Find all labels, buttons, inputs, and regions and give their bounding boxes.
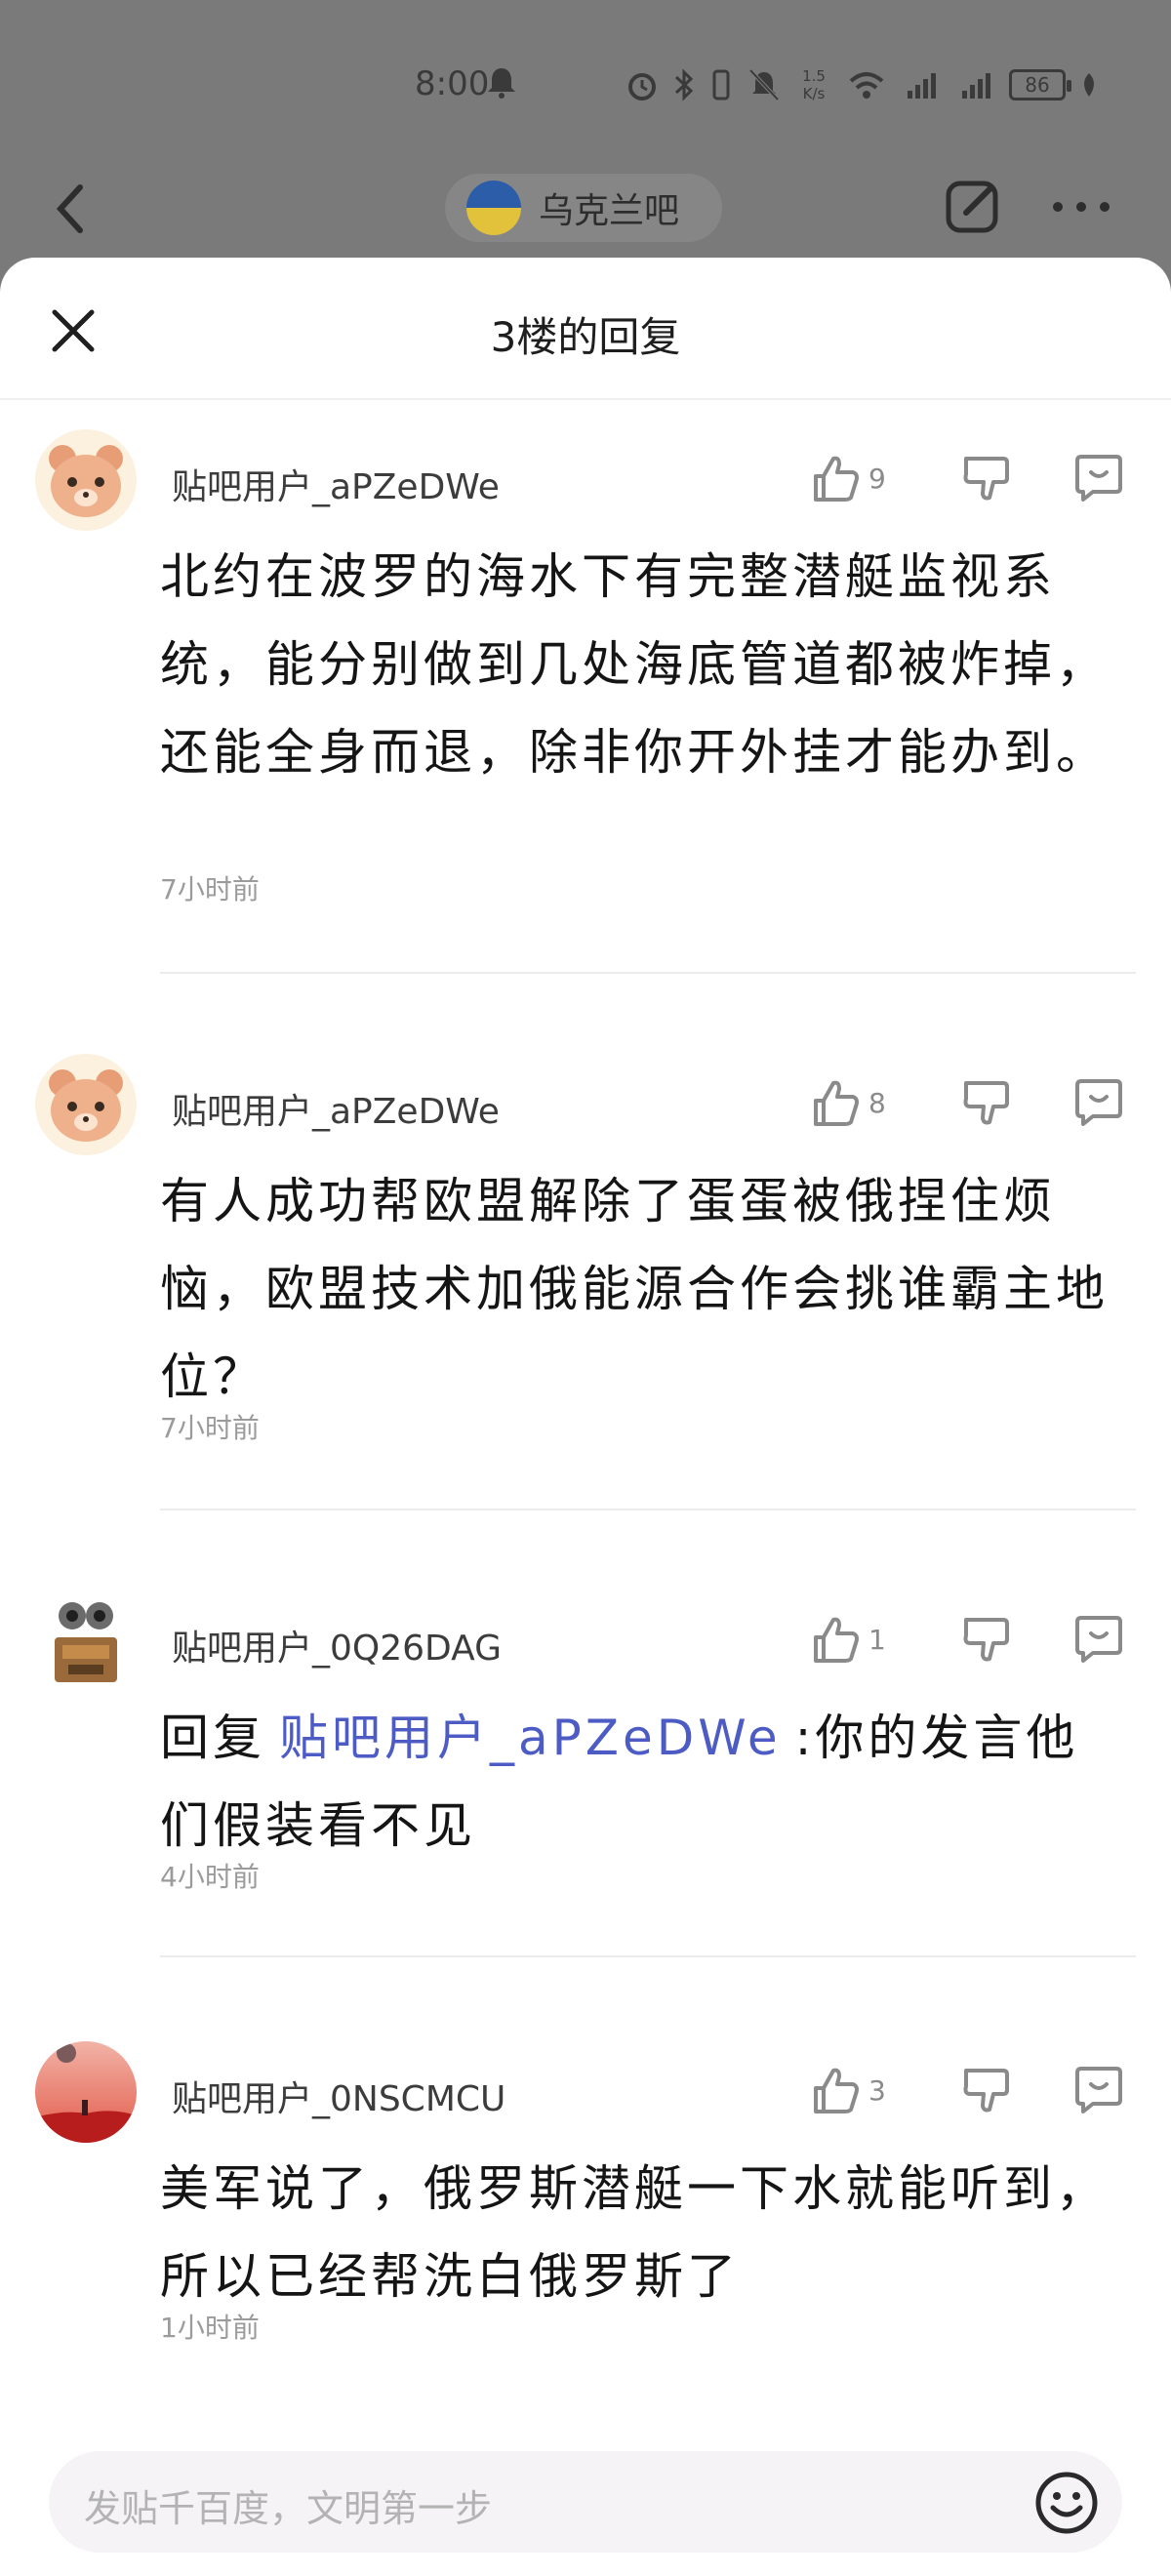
network-speed-value: 1.5 [802,67,826,85]
like-count: 9 [868,462,886,495]
forum-name: 乌克兰吧 [539,191,680,231]
ukraine-flag-icon [466,181,521,235]
reply-time: 7小时前 [160,1412,260,1444]
reply-content: 北约在波罗的海水下有完整潜艇监视系统，能分别做到几处海底管道都被炸掉，还能全身而… [160,548,1109,781]
username[interactable]: 贴吧用户_aPZeDWe [172,1083,500,1134]
sheet-header: 3楼的回复 [0,258,1171,400]
comment-icon[interactable] [1070,1073,1128,1132]
comment-icon[interactable] [1070,2061,1128,2119]
username[interactable]: 贴吧用户_aPZeDWe [172,459,500,509]
reply-content: 有人成功帮欧盟解除了蛋蛋被俄捏住烦恼，欧盟技术加俄能源合作会挑谁霸主地位？ [160,1173,1109,1405]
thumbs-down-icon[interactable] [956,2061,1015,2119]
reply-content: 美军说了，俄罗斯潜艇一下水就能听到，所以已经帮洗白俄罗斯了 [160,2160,1109,2305]
divider [160,972,1136,974]
thumbs-up-icon [814,2068,859,2113]
like-button[interactable]: 8 [810,1073,886,1132]
robot-avatar[interactable] [35,1590,137,1692]
divider [160,1509,1136,1510]
thumbs-down-icon[interactable] [956,1073,1015,1132]
top-navigation: 乌克兰吧 [0,166,1171,250]
sunset-avatar[interactable] [35,2041,137,2143]
comment-icon[interactable] [1070,449,1128,507]
bear-avatar[interactable] [35,429,137,531]
signal-4g-icon [908,73,936,99]
divider [160,1955,1136,1957]
battery-indicator: 86 [1009,69,1071,101]
status-time: 8:00 [415,64,490,103]
vibrate-icon [712,69,730,101]
thumbs-up-icon [814,1080,859,1126]
notification-bell-icon [488,68,515,99]
reply-actions: 8 [810,1073,1142,1132]
network-speed: 1.5 K/s [794,67,833,102]
username[interactable]: 贴吧用户_0NSCMCU [172,2071,505,2121]
edit-icon[interactable] [943,176,1003,236]
like-count: 1 [868,1623,886,1656]
thumbs-down-icon[interactable] [956,1610,1015,1669]
reply-actions: 1 [810,1610,1142,1669]
mute-bell-icon [748,68,780,101]
reply-time: 1小时前 [160,2312,260,2344]
like-button[interactable]: 3 [810,2061,886,2119]
like-count: 3 [868,2073,886,2107]
like-count: 8 [868,1086,886,1119]
comment-input-bar[interactable]: 发贴千百度，文明第一步 [49,2451,1122,2553]
forum-pill[interactable]: 乌克兰吧 [445,174,722,242]
like-button[interactable]: 9 [810,449,886,507]
status-bar: 8:00 1.5 K/s 86 [0,51,1171,119]
like-button[interactable]: 1 [810,1610,886,1669]
reply-prefix: 回复 [160,1710,265,1766]
thumbs-up-icon [814,456,859,502]
reply-content: 回复 贴吧用户_aPZeDWe:你的发言他们假装看不见 [160,1694,1116,1870]
bluetooth-icon [674,68,694,101]
network-speed-unit: K/s [802,85,826,102]
wifi-icon [849,72,884,99]
emoji-icon[interactable] [1034,2471,1099,2535]
reply-actions: 9 [810,449,1142,507]
signal-4g-icon-2 [962,73,990,99]
leaf-icon [1084,73,1094,97]
reply-time: 4小时前 [160,1861,260,1893]
comment-input-placeholder[interactable]: 发贴千百度，文明第一步 [84,2478,492,2532]
reply-actions: 3 [810,2061,1142,2119]
comment-icon[interactable] [1070,1610,1128,1669]
reply-time: 7小时前 [160,873,260,906]
reply-sheet: 3楼的回复 贴吧用户_aPZeDWe 9 北约在波罗的海水下有完整潜艇监视系统，… [0,258,1171,2576]
bear-avatar[interactable] [35,1054,137,1155]
thumbs-up-icon [814,1617,859,1663]
username[interactable]: 贴吧用户_0Q26DAG [172,1620,502,1670]
mention-link[interactable]: 贴吧用户_aPZeDWe [265,1710,795,1766]
more-options-icon[interactable] [1050,199,1112,215]
back-arrow-icon[interactable] [47,180,96,238]
thumbs-down-icon[interactable] [956,449,1015,507]
alarm-icon [628,73,656,101]
sheet-title: 3楼的回复 [490,313,681,361]
